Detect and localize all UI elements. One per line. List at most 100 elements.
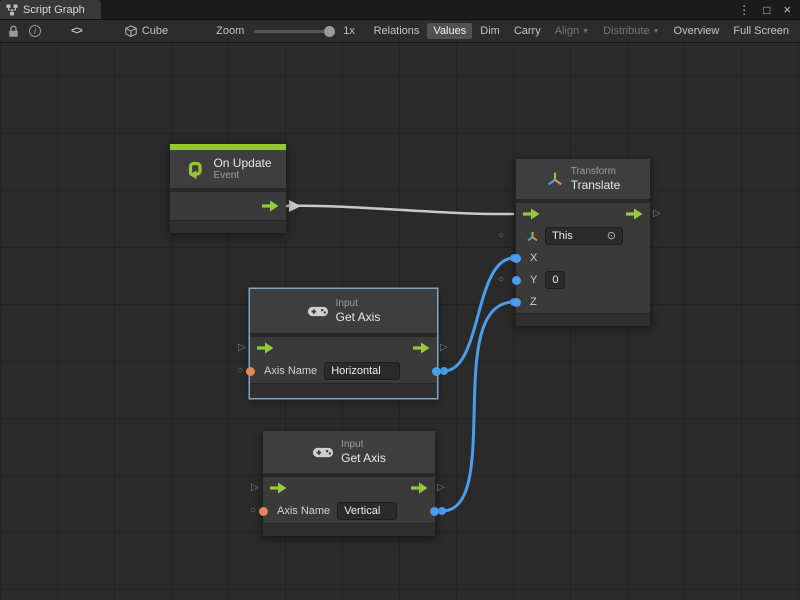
flow-output-port[interactable] [413, 342, 430, 354]
node-footer [170, 220, 286, 233]
flow-input-port[interactable] [257, 342, 274, 354]
node-subtitle: Event [213, 170, 271, 182]
relations-button[interactable]: Relations [368, 23, 426, 39]
toolbar: i <> Cube Zoom 1x Relations Values Dim C… [0, 20, 800, 43]
window-buttons: ⋮ □ × [738, 0, 800, 19]
node-footer [263, 523, 435, 536]
axis-name-row: Axis Name Horizontal [250, 359, 437, 383]
x-port-row: X [516, 247, 650, 269]
node-get-axis-horizontal[interactable]: Input Get Axis Axis Name Horizontal [250, 289, 437, 398]
values-button[interactable]: Values [427, 23, 472, 39]
this-row: This ⊙ [516, 225, 650, 247]
flow-output-port[interactable] [411, 482, 428, 494]
fullscreen-button[interactable]: Full Screen [727, 23, 795, 39]
flow-row [516, 203, 650, 225]
script-graph-window: Script Graph ⋮ □ × i <> Cube Zoom [0, 0, 800, 600]
wire-endpoint [440, 367, 448, 375]
z-port-label: Z [530, 296, 537, 308]
gamepad-icon [312, 446, 334, 459]
info-icon[interactable]: i [29, 25, 41, 37]
zoom-label: Zoom [216, 25, 244, 37]
z-port-row: Z [516, 291, 650, 313]
transform-icon [546, 170, 564, 188]
node-category: Input [341, 439, 386, 451]
axis-name-field[interactable]: Vertical [337, 502, 397, 520]
carry-button[interactable]: Carry [508, 23, 547, 39]
lock-icon[interactable] [8, 25, 19, 38]
align-button[interactable]: Align▼ [549, 23, 595, 39]
axis-name-field[interactable]: Horizontal [324, 362, 400, 380]
gamepad-icon [307, 305, 329, 318]
script-graph-icon [6, 4, 18, 16]
port-triangle-indicator: ▷ [440, 342, 448, 354]
node-header[interactable]: On Update Event [170, 150, 286, 188]
axis-name-label: Axis Name [264, 365, 317, 377]
axis-name-input-port[interactable] [259, 507, 268, 516]
axis-name-input-port[interactable] [246, 367, 255, 376]
node-on-update[interactable]: On Update Event [170, 144, 286, 233]
distribute-button[interactable]: Distribute▼ [597, 23, 665, 39]
port-circle-indicator: ○ [237, 365, 243, 377]
node-title: Get Axis [341, 451, 386, 465]
chevron-down-icon: ▼ [653, 28, 660, 35]
node-header[interactable]: Input Get Axis [263, 431, 435, 473]
port-circle-indicator: ○ [498, 274, 504, 286]
axis-name-label: Axis Name [277, 505, 330, 517]
code-icon[interactable]: <> [71, 25, 82, 37]
zoom-slider[interactable] [254, 30, 332, 33]
tab-label: Script Graph [23, 4, 85, 16]
flow-output-row [170, 192, 286, 220]
overview-button[interactable]: Overview [668, 23, 726, 39]
flow-input-port[interactable] [270, 482, 287, 494]
tab-script-graph[interactable]: Script Graph [0, 0, 101, 19]
x-port-label: X [530, 252, 537, 264]
node-title: Get Axis [336, 310, 381, 324]
y-value-field[interactable]: 0 [545, 271, 565, 289]
this-field[interactable]: This ⊙ [545, 227, 623, 245]
node-title: On Update [213, 156, 271, 170]
wire-vertical-to-z[interactable] [442, 302, 514, 511]
zoom-slider-handle[interactable] [324, 26, 335, 37]
port-circle-indicator: ○ [250, 505, 256, 517]
dim-button[interactable]: Dim [474, 23, 506, 39]
y-input-port[interactable] [512, 276, 521, 285]
on-update-icon [184, 158, 206, 180]
titlebar: Script Graph ⋮ □ × [0, 0, 800, 20]
port-circle-indicator: ○ [498, 230, 504, 242]
result-output-port[interactable] [430, 507, 439, 516]
port-triangle-indicator: ▷ [437, 482, 445, 494]
object-reference[interactable]: Cube [125, 25, 168, 37]
node-category: Input [336, 298, 381, 310]
y-port-label: Y [530, 274, 537, 286]
port-triangle-indicator: ▷ [653, 208, 661, 220]
x-input-port[interactable] [512, 254, 521, 263]
node-title: Translate [571, 178, 621, 192]
maximize-icon[interactable]: □ [763, 4, 770, 16]
node-get-axis-vertical[interactable]: Input Get Axis Axis Name Vertical [263, 431, 435, 536]
z-input-port[interactable] [512, 298, 521, 307]
this-value: This [552, 229, 573, 243]
object-picker-icon[interactable]: ⊙ [607, 229, 616, 243]
wire-flow-arrow [289, 200, 301, 212]
chevron-down-icon: ▼ [582, 28, 589, 35]
y-port-row: Y 0 [516, 269, 650, 291]
node-header[interactable]: Transform Translate [516, 159, 650, 199]
port-triangle-indicator: ▷ [238, 342, 246, 354]
node-footer [250, 383, 437, 398]
close-icon[interactable]: × [783, 3, 791, 16]
flow-input-port[interactable] [523, 208, 540, 220]
wire-onupdate-to-translate[interactable] [285, 206, 514, 214]
menu-icon[interactable]: ⋮ [738, 4, 750, 16]
node-header[interactable]: Input Get Axis [250, 289, 437, 333]
flow-row [250, 337, 437, 359]
node-translate[interactable]: Transform Translate [516, 159, 650, 326]
graph-canvas[interactable]: On Update Event Transfor [0, 43, 800, 600]
flow-output-port[interactable] [626, 208, 643, 220]
port-triangle-indicator: ▷ [251, 482, 259, 494]
object-name: Cube [142, 25, 168, 37]
wire-endpoint [438, 507, 446, 515]
result-output-port[interactable] [432, 367, 441, 376]
cube-icon [125, 25, 137, 37]
transform-mini-icon [526, 230, 539, 243]
flow-output-port[interactable] [262, 200, 279, 212]
